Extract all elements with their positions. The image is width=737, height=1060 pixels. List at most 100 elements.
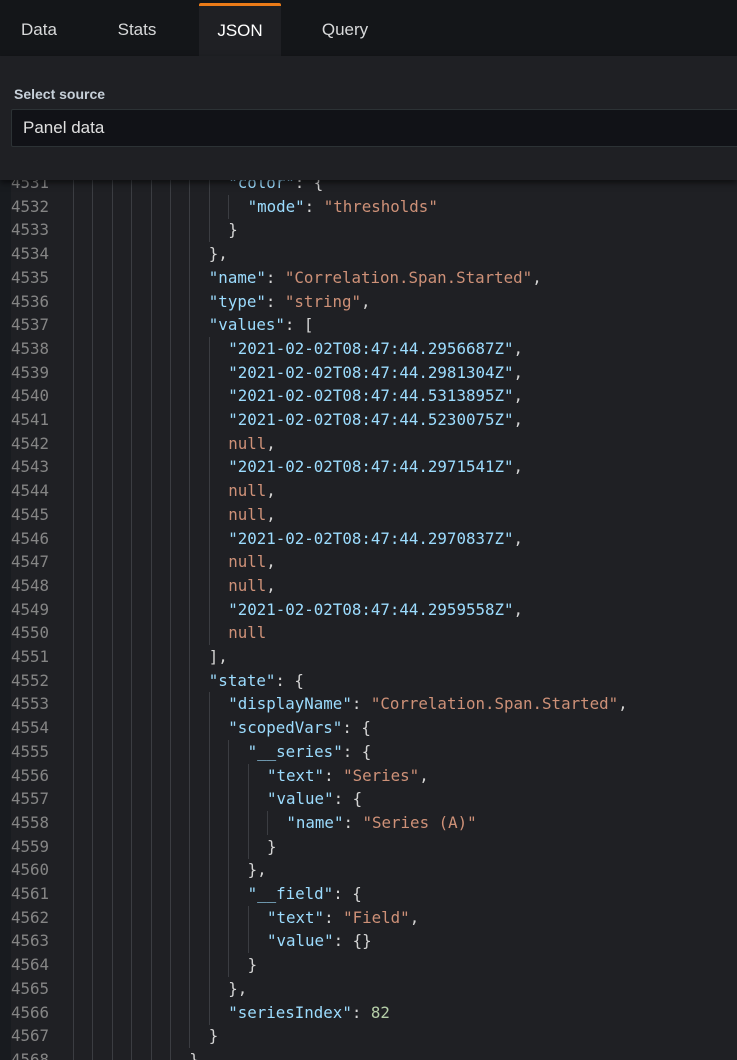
indent-guide [131, 763, 133, 788]
indent-guide [170, 479, 171, 504]
code-line: 4544 null, [0, 479, 737, 504]
code-line: 4566 "seriesIndex": 82 [0, 1000, 737, 1025]
line-number: 4531 [11, 180, 50, 192]
code-line: 4545 null, [0, 502, 737, 527]
indent-guide [170, 645, 171, 669]
code-line: 4563 "value": {} [0, 929, 737, 954]
indent-guide [150, 597, 152, 622]
indent-guide [131, 408, 133, 432]
indent-guide [92, 834, 94, 859]
code-line: 4548 null, [0, 573, 737, 598]
indent-guide [131, 360, 133, 385]
code-text: "scopedVars": { [228, 716, 371, 740]
indent-guide [73, 763, 74, 788]
indent-guide [150, 976, 152, 1001]
indent-guide [170, 858, 171, 883]
indent-guide [92, 692, 94, 717]
indent-guide [228, 739, 230, 764]
indent-guide [111, 408, 113, 432]
indent-guide [111, 858, 113, 883]
code-token: : [265, 291, 285, 311]
line-number: 4556 [11, 765, 50, 785]
code-text: null [228, 621, 266, 645]
indent-guide [208, 597, 210, 622]
code-token: }, [228, 978, 248, 998]
code-line: 4537 "values": [ [0, 313, 737, 338]
indent-guide [170, 1024, 171, 1049]
tab-data[interactable]: Data [0, 3, 78, 56]
indent-guide [189, 692, 191, 717]
indent-guide [170, 194, 171, 219]
indent-guide [73, 645, 74, 669]
code-token: "text" [267, 765, 325, 785]
indent-guide [150, 858, 152, 883]
line-number: 4552 [11, 670, 50, 690]
indent-guide [73, 242, 74, 267]
code-token: null [228, 623, 267, 643]
code-token: : { [294, 180, 324, 192]
indent-guide [131, 621, 133, 646]
indent-guide [92, 1000, 94, 1025]
code-line: 4554 "scopedVars": { [0, 716, 737, 741]
code-line: 4558 "name": "Series (A)" [0, 810, 737, 835]
code-token: , [409, 907, 420, 927]
tab-json-label: JSON [217, 21, 263, 40]
indent-guide [92, 929, 94, 954]
code-token: } [208, 1026, 219, 1046]
code-token: null [228, 575, 267, 595]
indent-guide [170, 621, 171, 646]
indent-guide [208, 739, 210, 764]
code-text: } [209, 1024, 219, 1048]
indent-guide [92, 597, 94, 622]
code-token: "value" [267, 789, 334, 809]
indent-guide [208, 763, 210, 788]
code-line: 4546 "2021-02-02T08:47:44.2970837Z", [0, 526, 737, 551]
code-line: 4538 "2021-02-02T08:47:44.2956687Z", [0, 336, 737, 361]
indent-guide [189, 858, 191, 883]
code-line: 4565}, [0, 976, 737, 1001]
indent-guide [150, 929, 152, 954]
code-token: "2021-02-02T08:47:44.2956687Z" [228, 338, 514, 358]
code-text: "name": "Series (A)" [286, 811, 476, 835]
indent-guide [92, 194, 94, 219]
code-token: , [361, 291, 371, 311]
source-select[interactable]: Panel data [11, 109, 737, 147]
indent-guide [170, 929, 171, 954]
code-text: }, [209, 242, 228, 266]
indent-guide [208, 716, 210, 741]
indent-guide [150, 953, 152, 978]
code-token: : {} [333, 931, 372, 951]
code-token: null [228, 433, 267, 453]
code-text: } [228, 218, 238, 242]
indent-guide [189, 384, 191, 409]
indent-guide [247, 810, 249, 835]
json-code-editor[interactable]: 4531 "color": {4532 "mode": "thresholds" 45… [0, 180, 737, 1060]
indent-guide [208, 431, 210, 456]
indent-guide [111, 194, 113, 219]
tab-json[interactable]: JSON [199, 3, 281, 56]
line-number: 4562 [11, 907, 50, 927]
indent-guide [150, 905, 152, 930]
indent-guide [131, 289, 133, 314]
code-text: "seriesIndex": 82 [228, 1001, 390, 1025]
indent-guide [189, 479, 191, 504]
indent-guide [73, 1000, 74, 1025]
indent-guide [92, 265, 94, 290]
indent-guide [73, 905, 74, 930]
indent-guide [170, 882, 171, 906]
indent-guide [228, 882, 230, 906]
indent-guide [170, 905, 171, 930]
indent-guide [247, 929, 249, 954]
code-text: "mode": "thresholds" [248, 195, 438, 219]
indent-guide [92, 455, 94, 480]
code-text: "text": "Field", [267, 906, 419, 930]
code-text: "color": { [228, 180, 323, 195]
tab-stats[interactable]: Stats [98, 3, 176, 56]
indent-guide [111, 573, 113, 598]
indent-guide [111, 810, 113, 835]
tab-query[interactable]: Query [306, 3, 384, 56]
code-token: null [228, 504, 267, 524]
indent-guide [73, 716, 74, 741]
code-line: 4552 "state": { [0, 668, 737, 693]
indent-guide [189, 550, 191, 575]
